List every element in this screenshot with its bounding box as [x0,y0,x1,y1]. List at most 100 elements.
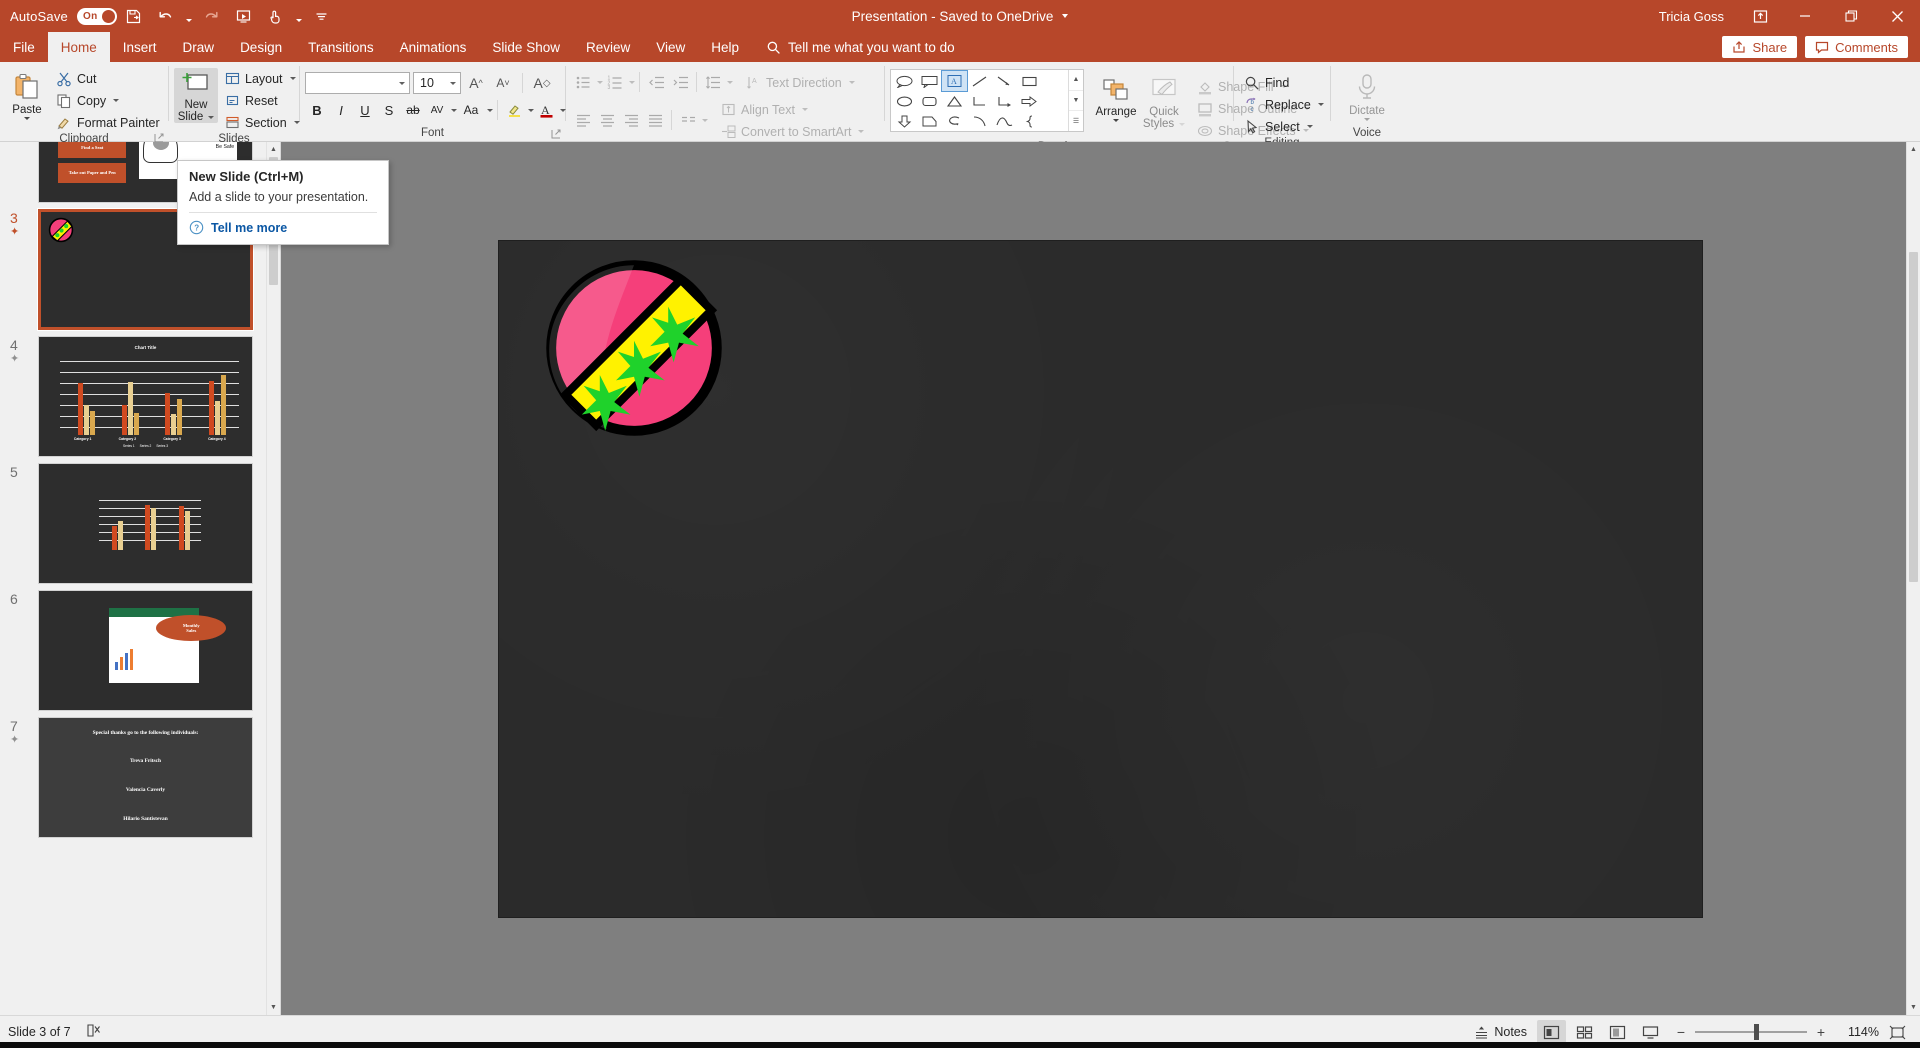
bold-button[interactable]: B [305,98,329,122]
line-spacing-button[interactable] [701,70,725,94]
shape-arc[interactable] [967,111,992,131]
find-button[interactable]: Find [1239,72,1329,93]
underline-button[interactable]: U [353,98,377,122]
shape-curve[interactable] [992,111,1017,131]
tab-draw[interactable]: Draw [170,32,228,62]
shape-line[interactable] [967,71,992,91]
reset-button[interactable]: Reset [220,90,305,111]
ribbon-display-options-icon[interactable] [1738,0,1782,32]
zoom-slider-track[interactable] [1695,1024,1807,1040]
current-slide[interactable] [499,240,1702,917]
thumbnail-image[interactable]: Special thanks go to the following indiv… [38,717,253,838]
text-direction-button[interactable]: A Text Direction [741,72,860,93]
cut-button[interactable]: Cut [51,68,165,89]
shapes-scroll-down-button[interactable]: ▼ [1069,89,1083,111]
arrange-button[interactable]: Arrange [1094,75,1138,122]
tab-home[interactable]: Home [47,32,110,62]
zoom-slider[interactable]: − + [1675,1024,1827,1040]
thumbnail-slide-7[interactable]: 7 ✦ Special thanks go to the following i… [0,711,266,838]
dictate-button[interactable]: Dictate [1344,70,1390,121]
dictate-caret[interactable] [1363,118,1370,121]
shapes-gallery-scrollbar[interactable]: ▲ ▼ ☰ [1068,70,1083,131]
slide-area-scrollbar[interactable]: ▲ ▼ [1906,142,1920,1015]
text-shadow-button[interactable]: S [377,98,401,122]
change-case-caret[interactable] [487,108,493,112]
format-painter-button[interactable]: Format Painter [51,112,165,133]
zoom-out-button[interactable]: − [1675,1024,1687,1040]
zoom-in-button[interactable]: + [1815,1024,1827,1040]
increase-font-size-button[interactable]: A ^ [464,71,488,95]
thumbnail-scroll-down-button[interactable]: ▼ [267,1000,280,1015]
beach-ball-image[interactable] [544,258,724,438]
align-text-button[interactable]: Align Text [716,99,869,120]
section-button[interactable]: Section [220,112,305,133]
font-name-caret[interactable] [399,81,405,85]
shape-rounded-rectangle[interactable] [917,91,942,111]
decrease-font-size-button[interactable]: A ˅ [491,71,515,95]
paste-dropdown-caret[interactable] [24,117,30,120]
quick-styles-caret[interactable] [1179,122,1186,126]
new-slide-button[interactable]: New Slide [174,68,218,123]
undo-dropdown-caret[interactable] [183,3,195,29]
justify-button[interactable] [643,108,667,132]
shape-line-arrow[interactable] [992,71,1017,91]
touch-mode-icon[interactable] [261,3,291,29]
slideshow-view-button[interactable] [1636,1020,1665,1044]
accessibility-checker-icon[interactable] [85,1022,102,1042]
thumbnail-image[interactable]: Chart Title Category 1 Category 2 Catego… [38,336,253,457]
tab-slide-show[interactable]: Slide Show [479,32,573,62]
arrange-dropdown-caret[interactable] [1113,119,1119,122]
undo-icon[interactable] [151,3,181,29]
zoom-level-label[interactable]: 114% [1837,1025,1879,1039]
font-size-input[interactable]: 10 [413,72,461,94]
tab-review[interactable]: Review [573,32,643,62]
layout-button[interactable]: Layout [220,68,305,89]
tab-design[interactable]: Design [227,32,295,62]
shape-oval[interactable] [892,91,917,111]
thumbnail-image[interactable] [38,463,253,584]
shape-pentagon[interactable] [917,111,942,131]
thumbnail-pane-scrollbar[interactable]: ▲ ▼ [266,142,280,1015]
section-dropdown-caret[interactable] [293,121,300,124]
text-highlight-color-button[interactable] [502,98,526,122]
share-button[interactable]: Share [1722,36,1798,58]
convert-smartart-caret[interactable] [858,130,865,133]
title-dropdown-caret[interactable] [1062,14,1069,18]
canvas-scroll-down-button[interactable]: ▼ [1907,1000,1920,1015]
shape-elbow-connector[interactable] [967,91,992,111]
save-icon[interactable] [119,3,149,29]
shape-blank-2[interactable] [1042,91,1067,111]
zoom-slider-knob[interactable] [1754,1024,1760,1040]
convert-to-smartart-button[interactable]: Convert to SmartArt [716,121,869,142]
slide-indicator[interactable]: Slide 3 of 7 [8,1025,71,1039]
thumbnail-image[interactable]: Monthly Sales [38,590,253,711]
tooltip-tell-me-more-link[interactable]: ? Tell me more [189,220,377,235]
replace-button[interactable]: bc Replace [1239,94,1329,115]
slide-sorter-view-button[interactable] [1570,1020,1599,1044]
thumbnail-slide-4[interactable]: 4 ✦ Chart Title Category 1 Category 2 Ca… [0,330,266,457]
start-from-beginning-icon[interactable] [229,3,259,29]
thumbnail-slide-5[interactable]: 5 [0,457,266,584]
shapes-scroll-up-button[interactable]: ▲ [1069,70,1083,90]
thumbnail-scroll-up-button[interactable]: ▲ [267,142,280,157]
clear-all-formatting-button[interactable]: A ◇ [530,71,554,95]
canvas-scroll-up-button[interactable]: ▲ [1907,142,1920,157]
tab-file[interactable]: File [0,32,48,62]
autosave-toggle[interactable]: On [76,7,117,25]
comments-button[interactable]: Comments [1805,36,1908,58]
tab-animations[interactable]: Animations [387,32,480,62]
decrease-indent-button[interactable] [644,70,668,94]
tab-view[interactable]: View [643,32,698,62]
replace-caret[interactable] [1317,103,1324,106]
shape-triangle[interactable] [942,91,967,111]
touch-mode-caret[interactable] [293,3,305,29]
select-caret[interactable] [1306,125,1313,128]
select-button[interactable]: Select [1239,116,1329,137]
fit-slide-to-window-button[interactable] [1883,1020,1912,1044]
numbering-button[interactable]: 123 [603,70,627,94]
change-case-button[interactable]: Aa [457,98,485,122]
shape-rectangle[interactable] [1017,71,1042,91]
customize-qat-icon[interactable] [307,3,337,29]
italic-button[interactable]: I [329,98,353,122]
shape-blank-3[interactable] [1042,111,1067,131]
